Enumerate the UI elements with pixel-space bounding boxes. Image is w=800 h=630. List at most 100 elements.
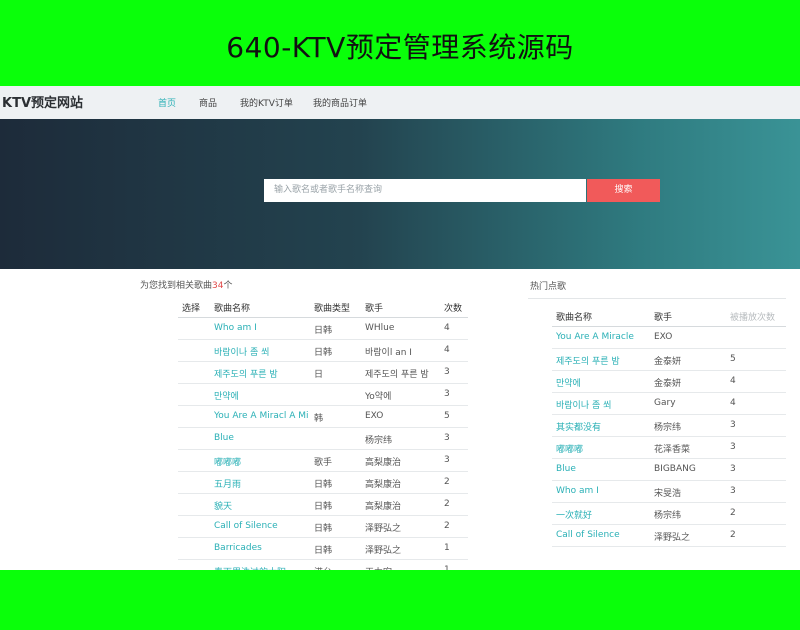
nav-item-ktv-orders[interactable]: 我的KTV订单	[240, 96, 293, 109]
hot-song-count: 3	[730, 420, 736, 430]
hot-song-link[interactable]: 其实都没有	[556, 420, 650, 433]
song-table: 选择 歌曲名称 歌曲类型 歌手 次数 Who am I 日韩 WHlue 4 바람이나 …	[178, 296, 468, 570]
song-name-link[interactable]: Blue	[214, 433, 310, 443]
song-singer: Yo약에	[365, 392, 392, 402]
ktv-site-screenshot: KTV预定网站 首页 商品 我的KTV订单 我的商品订单 输入歌名或者歌手名称查…	[0, 86, 800, 570]
song-name-link[interactable]: 五月雨	[214, 477, 310, 490]
hot-songs-panel: 热门点歌 歌曲名称 歌手 被播放次数 You Are A Miracle EXO 제…	[528, 274, 788, 570]
hot-song-row: 一次就好 杨宗纬 2	[552, 503, 786, 525]
song-singer: WHlue	[365, 323, 395, 333]
hot-song-singer: 泽野弘之	[654, 533, 691, 543]
nav-item-goods[interactable]: 商品	[199, 96, 217, 109]
song-singer: 泽野弘之	[365, 546, 402, 556]
site-brand[interactable]: KTV预定网站	[2, 92, 83, 111]
song-name-link[interactable]: Who am I	[214, 323, 310, 333]
hot-song-singer: 花泽香菜	[654, 445, 691, 455]
header-singer: 歌手	[365, 304, 384, 314]
search-button[interactable]: 搜索	[587, 179, 660, 202]
song-name-link[interactable]: 嘟嘟嘟	[214, 455, 310, 468]
hot-song-count: 5	[730, 354, 736, 364]
song-count: 3	[444, 367, 450, 377]
hot-song-count: 3	[730, 442, 736, 452]
song-count: 2	[444, 521, 450, 531]
song-name-link[interactable]: 제주도의 푸른 밤	[214, 367, 310, 380]
hot-song-count: 2	[730, 530, 736, 540]
navbar: KTV预定网站 首页 商品 我的KTV订单 我的商品订单	[0, 86, 800, 120]
hot-song-count: 2	[730, 508, 736, 518]
hot-header-singer: 歌手	[654, 313, 673, 323]
result-count: 34	[212, 281, 224, 291]
song-name-link[interactable]: You Are A Miracl A Mi	[214, 411, 310, 421]
song-type: 日韩	[314, 502, 333, 512]
song-table-header: 选择 歌曲名称 歌曲类型 歌手 次数	[178, 296, 468, 318]
song-row: Blue 杨宗纬 3	[178, 428, 468, 450]
song-count: 3	[444, 433, 450, 443]
song-name-link[interactable]: Call of Silence	[214, 521, 310, 531]
hot-song-link[interactable]: 만약에	[556, 376, 650, 389]
hot-songs-table: 歌曲名称 歌手 被播放次数 You Are A Miracle EXO 제주도의 푸…	[552, 305, 786, 547]
song-row: 貌天 日韩 高梨康治 2	[178, 494, 468, 516]
song-name-link[interactable]: 貌天	[214, 499, 310, 512]
result-label-prefix: 为您找到相关歌曲	[140, 281, 213, 291]
song-count: 3	[444, 389, 450, 399]
song-row: 嘟嘟嘟 歌手 高梨康治 3	[178, 450, 468, 472]
hot-song-row: 만약에 金泰妍 4	[552, 371, 786, 393]
hot-song-singer: 金泰妍	[654, 379, 682, 389]
song-count: 4	[444, 345, 450, 355]
hot-song-row: Who am I 宋旻浩 3	[552, 481, 786, 503]
hot-song-row: 嘟嘟嘟 花泽香菜 3	[552, 437, 786, 459]
hot-song-singer: 宋旻浩	[654, 489, 682, 499]
header-song-type: 歌曲类型	[314, 304, 351, 314]
hot-song-singer: EXO	[654, 332, 673, 342]
nav-item-goods-orders[interactable]: 我的商品订单	[313, 96, 367, 109]
hot-song-link[interactable]: 바람이나 좀 쐬	[556, 398, 650, 411]
hot-header-song: 歌曲名称	[556, 313, 593, 323]
song-count: 2	[444, 477, 450, 487]
hot-song-link[interactable]: Who am I	[556, 486, 650, 496]
song-row: 만약에 Yo약에 3	[178, 384, 468, 406]
hot-song-link[interactable]: 嘟嘟嘟	[556, 442, 650, 455]
song-type: 日韩	[314, 524, 333, 534]
song-singer: 제주도의 푸른 밤	[365, 370, 429, 380]
hot-song-count: 3	[730, 464, 736, 474]
song-row: Who am I 日韩 WHlue 4	[178, 318, 468, 340]
hot-song-row: 제주도의 푸른 밤 金泰妍 5	[552, 349, 786, 371]
hot-songs-title: 热门点歌	[530, 282, 567, 292]
hot-song-row: 바람이나 좀 쐬 Gary 4	[552, 393, 786, 415]
song-type: 日韩	[314, 348, 333, 358]
header-select: 选择	[182, 304, 201, 314]
song-row: 바람이나 좀 쐬 日韩 바람이l an I 4	[178, 340, 468, 362]
banner-title: 640-KTV预定管理系统源码	[226, 31, 574, 64]
song-name-link[interactable]: 바람이나 좀 쐬	[214, 345, 310, 358]
hot-songs-divider	[528, 298, 786, 299]
song-type: 歌手	[314, 458, 333, 468]
song-name-link[interactable]: 만약에	[214, 389, 310, 402]
song-singer: 泽野弘之	[365, 524, 402, 534]
song-count: 2	[444, 499, 450, 509]
song-singer: EXO	[365, 411, 384, 421]
hot-song-singer: 金泰妍	[654, 357, 682, 367]
song-singer: 杨宗纬	[365, 436, 393, 446]
hot-header-count: 被播放次数	[730, 313, 776, 323]
hot-song-link[interactable]: 一次就好	[556, 508, 650, 521]
hero-search-area: 输入歌名或者歌手名称查询 搜索	[0, 119, 800, 269]
hot-song-count: 4	[730, 376, 736, 386]
nav-item-home[interactable]: 首页	[158, 96, 176, 109]
hot-song-link[interactable]: Call of Silence	[556, 530, 650, 540]
hot-song-link[interactable]: 제주도의 푸른 밤	[556, 354, 650, 367]
hot-song-link[interactable]: You Are A Miracle	[556, 332, 650, 342]
song-row: 春雨里洗过的太阳港台王力宏1	[178, 560, 468, 570]
song-name-link[interactable]: Barricades	[214, 543, 310, 553]
song-singer: 高梨康治	[365, 502, 402, 512]
hot-song-link[interactable]: Blue	[556, 464, 650, 474]
song-type: 日韩	[314, 326, 333, 336]
hot-song-singer: Gary	[654, 398, 676, 408]
result-label-suffix: 个	[223, 281, 233, 291]
song-count: 3	[444, 455, 450, 465]
song-count: 1	[444, 543, 450, 553]
search-input[interactable]: 输入歌名或者歌手名称查询	[264, 179, 586, 202]
bottom-banner	[0, 570, 800, 630]
song-singer: 高梨康治	[365, 480, 402, 490]
hot-song-row: 其实都没有 杨宗纬 3	[552, 415, 786, 437]
header-count: 次数	[444, 304, 463, 314]
